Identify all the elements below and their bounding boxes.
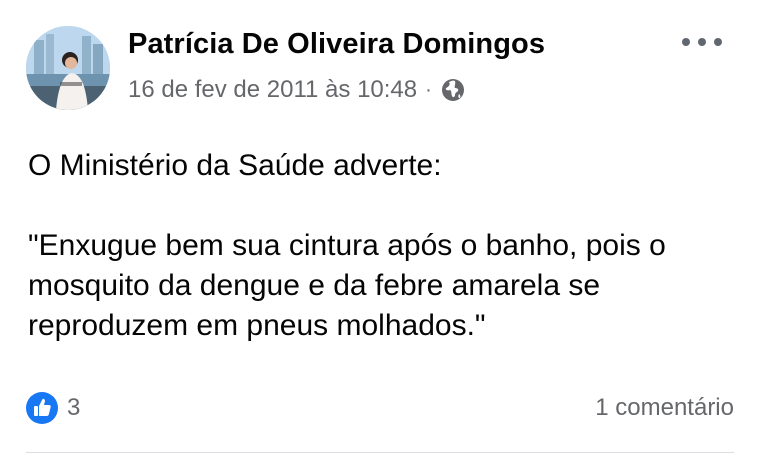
more-dot xyxy=(682,38,690,46)
meta-separator: · xyxy=(425,78,432,101)
more-dot xyxy=(714,38,722,46)
divider xyxy=(26,452,734,453)
post-card: Patrícia De Oliveira Domingos 16 de fev … xyxy=(0,0,760,458)
globe-icon xyxy=(441,79,464,101)
comments-count-link[interactable]: 1 comentário xyxy=(595,394,734,422)
post-meta: 16 de fev de 2011 às 10:48 · xyxy=(128,76,466,104)
post-timestamp[interactable]: 16 de fev de 2011 às 10:48 xyxy=(128,76,417,104)
post-quote: "Enxugue bem sua cintura após o banho, p… xyxy=(28,229,666,342)
like-icon xyxy=(26,392,58,424)
post-text-line: O Ministério da Saúde adverte: xyxy=(28,149,442,182)
post-text: O Ministério da Saúde adverte: "Enxugue … xyxy=(28,146,738,346)
reaction-count: 3 xyxy=(67,394,81,421)
more-dot xyxy=(698,38,706,46)
avatar-photo xyxy=(26,26,110,110)
author-name[interactable]: Patrícia De Oliveira Domingos xyxy=(128,28,545,61)
avatar[interactable] xyxy=(26,26,110,110)
more-options-icon[interactable] xyxy=(682,28,722,56)
reactions-summary[interactable]: 3 xyxy=(26,392,80,424)
